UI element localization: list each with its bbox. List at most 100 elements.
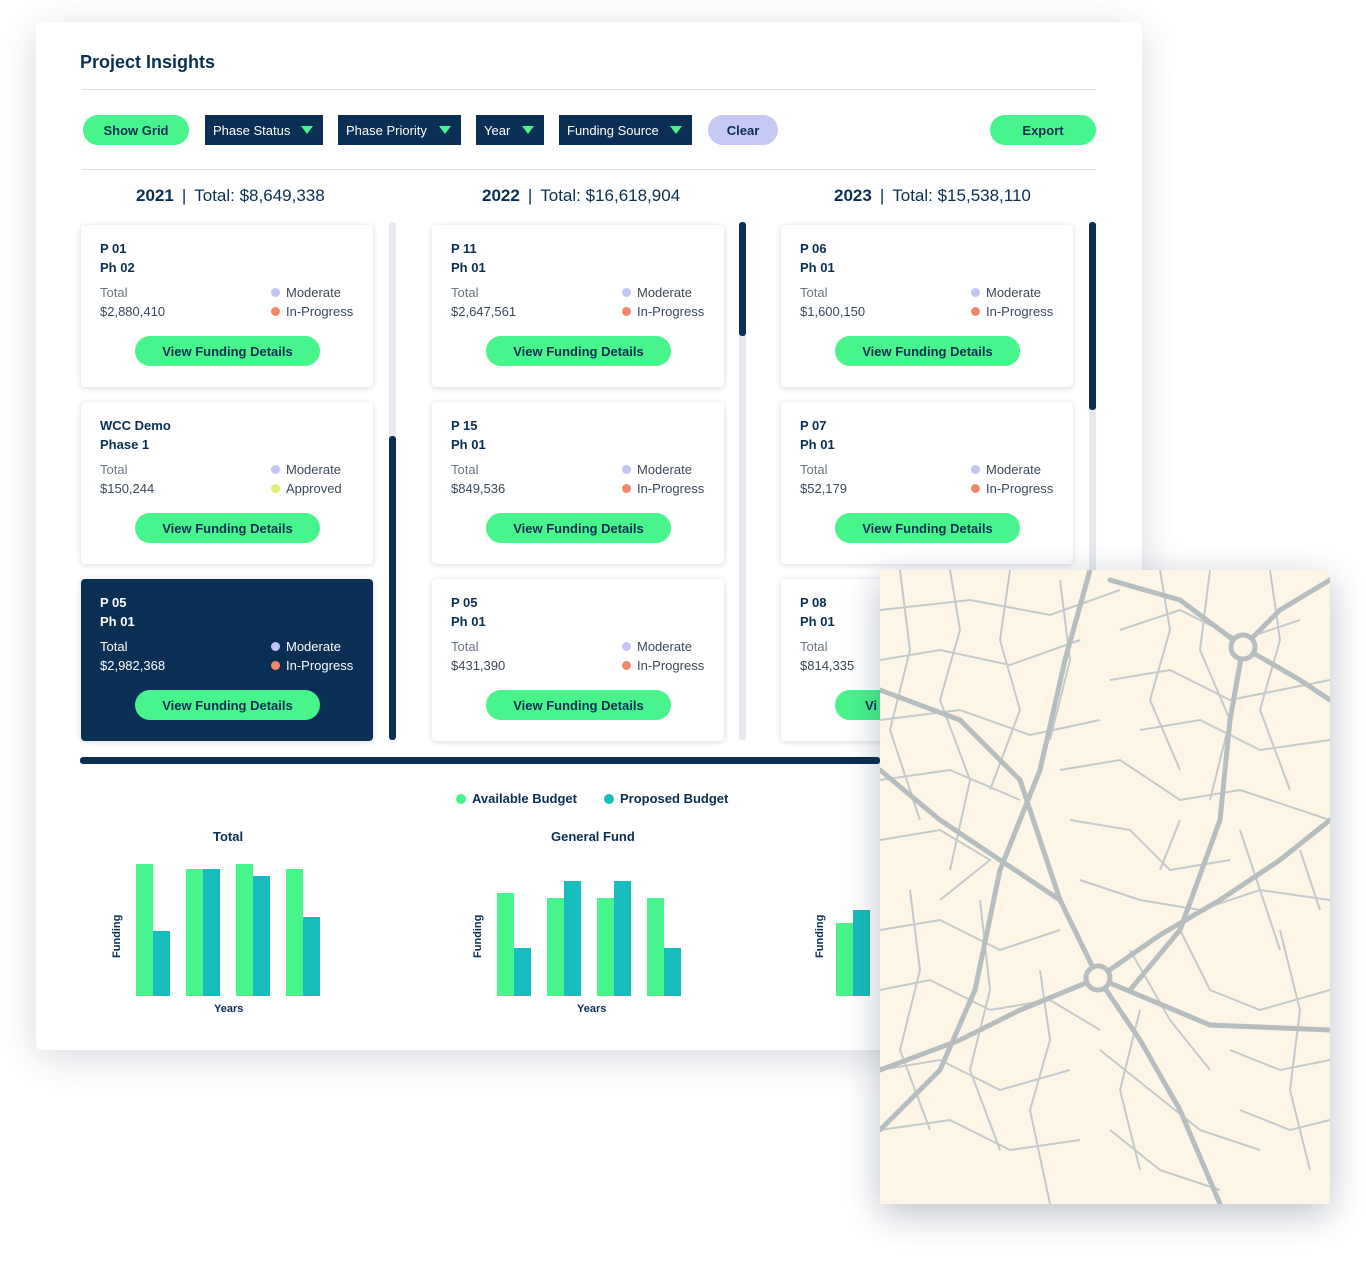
scrollbar-thumb[interactable]: [1089, 222, 1096, 410]
total-label: Total: [800, 639, 828, 654]
project-name: WCC Demo: [100, 418, 171, 433]
view-funding-details-button[interactable]: View Funding Details: [135, 336, 320, 366]
scrollbar-thumb[interactable]: [389, 436, 396, 740]
status-dot-icon: [622, 661, 631, 670]
legend-available: Available Budget: [456, 791, 577, 806]
project-name: P 06: [800, 241, 827, 256]
priority-badge: Moderate: [271, 285, 341, 300]
priority-dot-icon: [971, 288, 980, 297]
status-dot-icon: [622, 484, 631, 493]
year-header-2021: 2021 | Total: $8,649,338: [136, 186, 325, 205]
project-name: P 08: [800, 595, 827, 610]
phase-status-dropdown[interactable]: Phase Status: [205, 115, 323, 145]
total-label: Total: [451, 462, 479, 477]
status-dot-icon: [271, 661, 280, 670]
view-funding-details-button[interactable]: View Funding Details: [835, 513, 1020, 543]
total-amount: $431,390: [451, 658, 506, 673]
priority-text: Moderate: [986, 462, 1041, 477]
status-badge: In-Progress: [622, 304, 704, 319]
y-axis-label: Funding: [814, 914, 826, 958]
project-card[interactable]: P 05 Ph 01 Total $431,390 Moderate In-Pr…: [432, 579, 724, 741]
total-label: Total: [800, 285, 828, 300]
export-button[interactable]: Export: [990, 115, 1096, 145]
map-panel[interactable]: [880, 570, 1330, 1204]
y-axis-label: Funding: [472, 914, 484, 958]
total-amount: $814,335: [800, 658, 855, 673]
project-name: P 07: [800, 418, 827, 433]
column-scrollbar[interactable]: [389, 222, 396, 740]
chart-title: Total: [213, 829, 244, 844]
status-text: In-Progress: [637, 304, 705, 319]
project-name: P 05: [100, 595, 127, 610]
project-card[interactable]: P 11 Ph 01 Total $2,647,561 Moderate In-…: [432, 225, 724, 387]
scrollbar-thumb[interactable]: [739, 222, 746, 336]
year-dropdown[interactable]: Year: [476, 115, 544, 145]
project-card-selected[interactable]: P 05 Ph 01 Total $2,982,368 Moderate In-…: [81, 579, 373, 741]
priority-badge: Moderate: [971, 462, 1041, 477]
caret-down-icon: [439, 126, 451, 134]
caret-down-icon: [522, 126, 534, 134]
priority-badge: Moderate: [622, 462, 692, 477]
total-amount: $849,536: [451, 481, 506, 496]
project-card[interactable]: P 07 Ph 01 Total $52,179 Moderate In-Pro…: [781, 402, 1073, 564]
project-card[interactable]: P 01 Ph 02 Total $2,880,410 Moderate In-…: [81, 225, 373, 387]
total-amount: $52,179: [800, 481, 847, 496]
view-funding-details-button[interactable]: View Funding Details: [135, 513, 320, 543]
scrollbar-thumb[interactable]: [80, 757, 880, 764]
phase-status-label: Phase Status: [213, 122, 291, 138]
project-name: P 05: [451, 595, 478, 610]
status-dot-icon: [971, 484, 980, 493]
priority-dot-icon: [271, 465, 280, 474]
bar-available-1: [497, 893, 514, 996]
priority-text: Moderate: [986, 285, 1041, 300]
bar-proposed-2: [564, 881, 581, 996]
project-card[interactable]: P 06 Ph 01 Total $1,600,150 Moderate In-…: [781, 225, 1073, 387]
column-scrollbar[interactable]: [739, 222, 746, 740]
bar-proposed-4: [303, 917, 320, 996]
show-grid-button[interactable]: Show Grid: [83, 115, 189, 145]
bar-proposed-4: [664, 948, 681, 996]
caret-down-icon: [670, 126, 682, 134]
total-amount: $2,982,368: [100, 658, 166, 673]
total-label: Total: [100, 639, 128, 654]
phase-name: Phase 1: [100, 437, 150, 452]
priority-badge: Moderate: [271, 639, 341, 654]
status-text: In-Progress: [286, 304, 354, 319]
phase-name: Ph 01: [451, 437, 486, 452]
bar-available-4: [647, 898, 664, 996]
bar-available-3: [597, 898, 614, 996]
bar-available-2: [186, 869, 203, 996]
project-card[interactable]: P 15 Ph 01 Total $849,536 Moderate In-Pr…: [432, 402, 724, 564]
view-funding-details-button[interactable]: View Funding Details: [135, 690, 320, 720]
legend-dot-icon: [604, 793, 614, 804]
bar-proposed-3: [614, 881, 631, 996]
priority-text: Moderate: [637, 462, 692, 477]
phase-priority-dropdown[interactable]: Phase Priority: [338, 115, 461, 145]
priority-badge: Moderate: [622, 639, 692, 654]
bar-proposed-2: [203, 869, 220, 996]
funding-source-dropdown[interactable]: Funding Source: [559, 115, 692, 145]
phase-priority-label: Phase Priority: [346, 122, 427, 138]
status-badge: In-Progress: [971, 304, 1053, 319]
total-label: Total: [451, 639, 479, 654]
bar-available-2: [547, 898, 564, 996]
year-number: 2022: [482, 186, 520, 205]
priority-text: Moderate: [637, 639, 692, 654]
priority-dot-icon: [622, 288, 631, 297]
status-dot-icon: [622, 307, 631, 316]
title-divider: [82, 89, 1096, 90]
priority-text: Moderate: [286, 639, 341, 654]
phase-name: Ph 01: [800, 260, 835, 275]
view-funding-details-button[interactable]: View Funding Details: [486, 690, 671, 720]
legend-label: Proposed Budget: [620, 791, 729, 806]
status-badge: In-Progress: [271, 304, 353, 319]
clear-button[interactable]: Clear: [708, 115, 778, 145]
status-badge: In-Progress: [971, 481, 1053, 496]
project-card[interactable]: WCC Demo Phase 1 Total $150,244 Moderate…: [81, 402, 373, 564]
view-funding-details-button[interactable]: View Funding Details: [486, 336, 671, 366]
status-badge: In-Progress: [622, 481, 704, 496]
view-funding-details-button[interactable]: View Funding Details: [835, 336, 1020, 366]
view-funding-details-button[interactable]: View Funding Details: [486, 513, 671, 543]
y-axis-label: Funding: [111, 914, 123, 958]
caret-down-icon: [301, 126, 313, 134]
